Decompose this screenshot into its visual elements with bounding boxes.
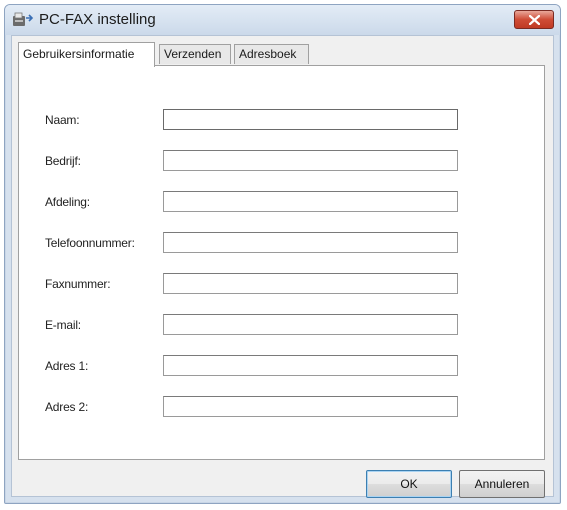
name-label: Naam: (45, 113, 80, 127)
address1-label: Adres 1: (45, 359, 89, 373)
tab-verzenden[interactable]: Verzenden (159, 44, 231, 64)
fax-number-input[interactable] (163, 273, 458, 294)
tab-gebruikersinformatie[interactable]: Gebruikersinformatie (18, 42, 155, 67)
address2-label: Adres 2: (45, 400, 89, 414)
cancel-button[interactable]: Annuleren (459, 470, 545, 498)
user-info-panel: Naam: Bedrijf: Afdeling: Telefoonnummer:… (18, 65, 545, 460)
dialog-window: PC-FAX instelling Gebruikersinformatie V… (4, 4, 561, 504)
tab-adresboek[interactable]: Adresboek (234, 44, 309, 64)
email-input[interactable] (163, 314, 458, 335)
name-input[interactable] (163, 109, 458, 130)
dialog-client-area: Gebruikersinformatie Verzenden Adresboek… (11, 35, 554, 498)
department-input[interactable] (163, 191, 458, 212)
phone-label: Telefoonnummer: (45, 236, 135, 250)
address1-input[interactable] (163, 355, 458, 376)
fax-machine-icon (12, 12, 34, 28)
title-bar[interactable]: PC-FAX instelling (5, 5, 560, 35)
company-label: Bedrijf: (45, 154, 81, 168)
department-label: Afdeling: (45, 195, 90, 209)
email-label: E-mail: (45, 318, 81, 332)
close-icon (529, 15, 540, 25)
company-input[interactable] (163, 150, 458, 171)
window-title: PC-FAX instelling (39, 11, 156, 28)
ok-button[interactable]: OK (366, 470, 452, 498)
fax-number-label: Faxnummer: (45, 277, 111, 291)
phone-input[interactable] (163, 232, 458, 253)
close-button[interactable] (514, 10, 554, 29)
address2-input[interactable] (163, 396, 458, 417)
